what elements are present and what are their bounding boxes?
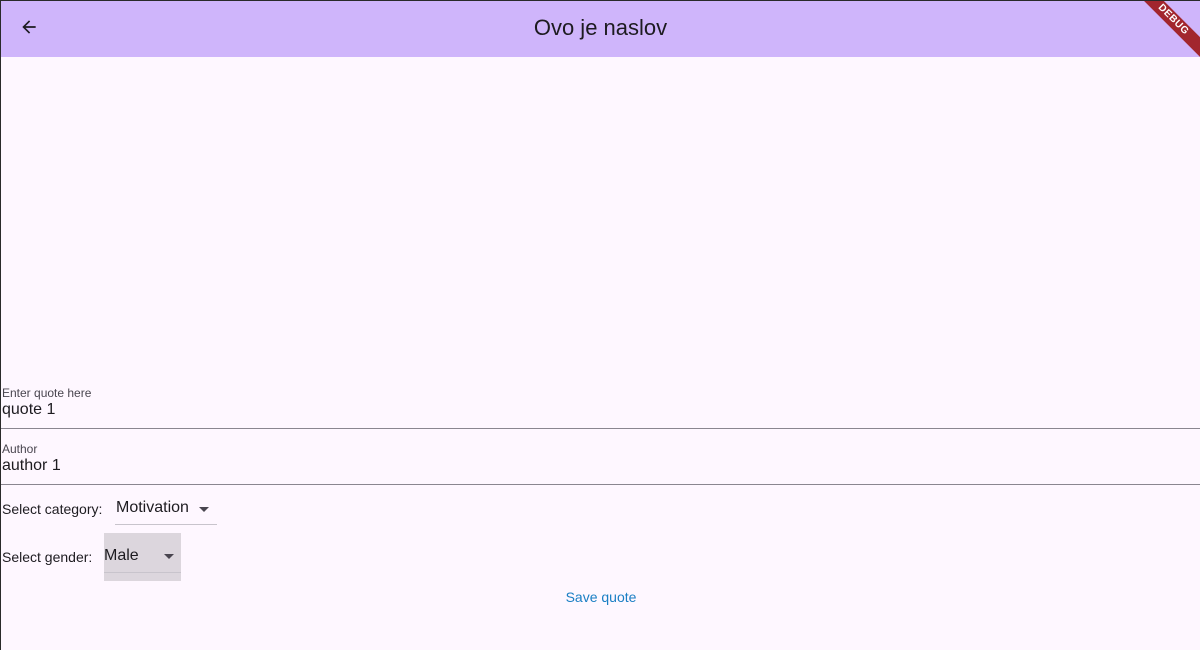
author-field-value[interactable]: author 1 <box>2 457 61 475</box>
author-field-label: Author <box>2 442 38 456</box>
page-title: Ovo je naslov <box>533 15 668 40</box>
gender-dropdown-underline <box>104 572 181 573</box>
gender-selected-value: Male <box>104 547 139 564</box>
app-window: Ovo je naslov DEBUG Enter quote here quo… <box>0 0 1200 650</box>
author-field[interactable]: Author author 1 <box>1 437 1200 485</box>
quote-field-value[interactable]: quote 1 <box>2 401 55 419</box>
gender-label: Select gender: <box>2 549 93 565</box>
quote-field-label: Enter quote here <box>2 386 92 400</box>
app-bar: Ovo je naslov DEBUG <box>1 1 1200 64</box>
category-dropdown[interactable]: Motivation <box>115 495 217 525</box>
gender-dropdown[interactable]: Male <box>104 533 181 581</box>
caret-down-icon <box>164 554 174 559</box>
category-label: Select category: <box>2 501 103 517</box>
caret-down-icon <box>199 507 209 512</box>
category-selected-value: Motivation <box>116 499 189 516</box>
save-quote-button[interactable]: Save quote <box>541 585 661 609</box>
quote-field[interactable]: Enter quote here quote 1 <box>1 381 1200 429</box>
